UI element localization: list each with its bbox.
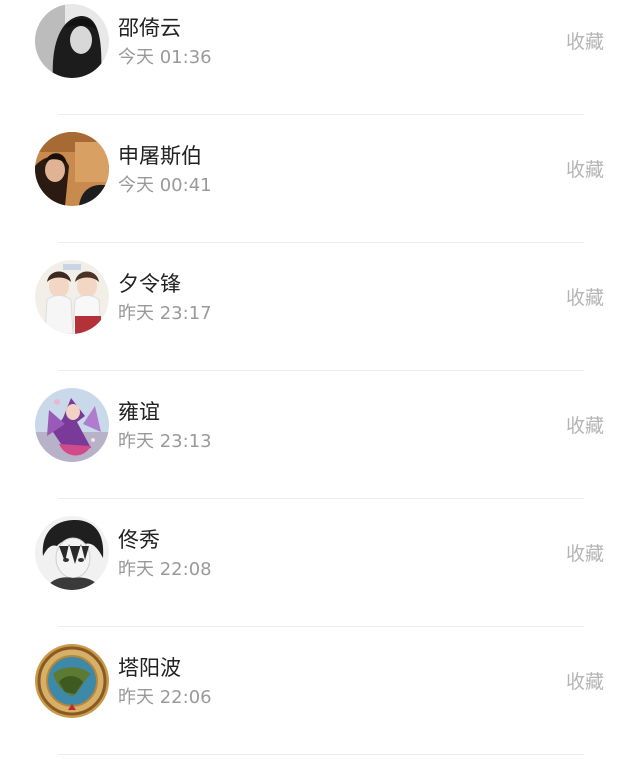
list-item[interactable]: 佟秀 昨天 22:08 收藏 bbox=[0, 512, 640, 640]
contact-name: 雍谊 bbox=[118, 400, 160, 424]
contact-time: 今天 00:41 bbox=[118, 175, 212, 196]
avatar[interactable] bbox=[35, 516, 109, 590]
favorite-button[interactable]: 收藏 bbox=[566, 673, 604, 692]
list-item[interactable]: 夕令锋 昨天 23:17 收藏 bbox=[0, 256, 640, 384]
list-item[interactable]: 雍谊 昨天 23:13 收藏 bbox=[0, 384, 640, 512]
avatar[interactable] bbox=[35, 644, 109, 718]
contact-name: 申屠斯伯 bbox=[118, 144, 202, 168]
contact-name: 夕令锋 bbox=[118, 272, 181, 296]
list-item[interactable]: 申屠斯伯 今天 00:41 收藏 bbox=[0, 128, 640, 256]
contact-time: 昨天 23:17 bbox=[118, 303, 212, 324]
favorite-button[interactable]: 收藏 bbox=[566, 33, 604, 52]
list-item[interactable]: 邵倚云 今天 01:36 收藏 bbox=[0, 0, 640, 128]
contact-name: 佟秀 bbox=[118, 528, 160, 552]
divider bbox=[58, 626, 584, 627]
contact-time: 今天 01:36 bbox=[118, 47, 212, 68]
favorite-button[interactable]: 收藏 bbox=[566, 289, 604, 308]
favorite-button[interactable]: 收藏 bbox=[566, 417, 604, 436]
contact-name: 塔阳波 bbox=[118, 656, 181, 680]
avatar[interactable] bbox=[35, 4, 109, 78]
favorite-button[interactable]: 收藏 bbox=[566, 545, 604, 564]
divider bbox=[58, 242, 584, 243]
divider bbox=[58, 498, 584, 499]
divider bbox=[58, 754, 584, 755]
avatar[interactable] bbox=[35, 132, 109, 206]
divider bbox=[58, 370, 584, 371]
list-item[interactable]: 塔阳波 昨天 22:06 收藏 bbox=[0, 640, 640, 759]
avatar[interactable] bbox=[35, 388, 109, 462]
divider bbox=[58, 114, 584, 115]
contact-time: 昨天 22:06 bbox=[118, 687, 212, 708]
avatar[interactable] bbox=[35, 260, 109, 334]
contact-time: 昨天 23:13 bbox=[118, 431, 212, 452]
contact-name: 邵倚云 bbox=[118, 16, 181, 40]
contact-list: 邵倚云 今天 01:36 收藏 申屠斯伯 今天 00:41 收藏 夕令锋 昨天 … bbox=[0, 0, 640, 759]
favorite-button[interactable]: 收藏 bbox=[566, 161, 604, 180]
contact-time: 昨天 22:08 bbox=[118, 559, 212, 580]
